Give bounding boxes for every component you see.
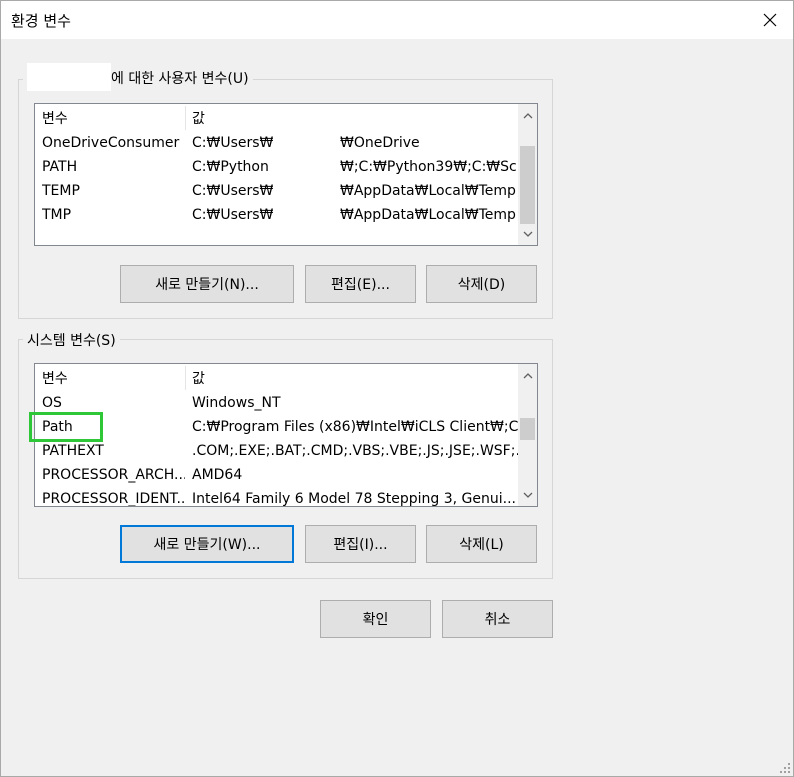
redacted-username — [27, 63, 111, 91]
list-item[interactable]: OS Windows_NT — [35, 391, 519, 415]
variable-name: PATH — [42, 159, 78, 175]
scroll-down-button[interactable] — [518, 485, 537, 504]
scroll-thumb[interactable] — [520, 146, 535, 224]
column-header-value[interactable]: 값 — [192, 108, 205, 128]
path-highlight-box — [29, 412, 103, 442]
ok-button[interactable]: 확인 — [320, 600, 431, 638]
scroll-up-button[interactable] — [518, 366, 537, 385]
scroll-thumb[interactable] — [520, 418, 535, 440]
variable-value: Windows_NT — [192, 395, 281, 411]
variable-value-tail: ₩;C:₩Python39₩;C:₩Scri... — [340, 159, 538, 175]
variable-value: Intel64 Family 6 Model 78 Stepping 3, Ge… — [192, 491, 516, 507]
close-icon — [763, 13, 777, 27]
resize-grip-icon[interactable] — [779, 762, 791, 774]
user-variables-group-title: 에 대한 사용자 변수(U) — [23, 63, 253, 93]
variable-name: PROCESSOR_ARCH... — [42, 467, 185, 483]
scroll-down-button[interactable] — [518, 224, 537, 243]
variable-value: AMD64 — [192, 467, 243, 483]
column-separator[interactable] — [185, 106, 186, 130]
user-variables-list[interactable]: 변수 값 OneDriveConsumer C:₩Users₩ ₩OneDriv… — [34, 103, 538, 246]
list-item[interactable]: TMP C:₩Users₩ ₩AppData₩Local₩Temp — [35, 203, 519, 227]
column-header-value[interactable]: 값 — [192, 368, 205, 388]
variable-name: PATHEXT — [42, 443, 104, 459]
list-item[interactable]: PROCESSOR_ARCH... AMD64 — [35, 463, 519, 487]
system-new-button[interactable]: 새로 만들기(W)... — [120, 525, 294, 563]
vertical-scrollbar[interactable] — [518, 364, 537, 506]
chevron-down-icon — [523, 492, 532, 498]
scroll-up-button[interactable] — [518, 106, 537, 125]
variable-value-tail: ₩OneDrive — [340, 135, 420, 151]
variable-name: TEMP — [42, 183, 80, 199]
variable-value-tail: ₩AppData₩Local₩Temp — [340, 207, 516, 223]
list-item[interactable]: OneDriveConsumer C:₩Users₩ ₩OneDrive — [35, 131, 519, 155]
chevron-down-icon — [523, 231, 532, 237]
chevron-up-icon — [523, 112, 532, 118]
list-item[interactable]: TEMP C:₩Users₩ ₩AppData₩Local₩Temp — [35, 179, 519, 203]
cancel-button[interactable]: 취소 — [442, 600, 553, 638]
variable-value: C:₩Users₩ — [192, 135, 274, 151]
list-header: 변수 값 — [35, 106, 519, 130]
list-item[interactable]: Path C:₩Program Files (x86)₩Intel₩iCLS C… — [35, 415, 536, 439]
column-header-variable[interactable]: 변수 — [42, 108, 185, 128]
close-button[interactable] — [747, 1, 793, 39]
variable-name: PROCESSOR_IDENT... — [42, 491, 185, 507]
user-new-button[interactable]: 새로 만들기(N)... — [120, 265, 294, 303]
user-edit-button[interactable]: 편집(E)... — [305, 265, 416, 303]
list-item[interactable]: PATHEXT .COM;.EXE;.BAT;.CMD;.VBS;.VBE;.J… — [35, 439, 533, 463]
column-header-variable[interactable]: 변수 — [42, 368, 185, 388]
variable-value: C:₩Users₩ — [192, 207, 274, 223]
variable-value: C:₩Python — [192, 159, 269, 175]
variable-name: OneDriveConsumer — [42, 135, 180, 151]
variable-name: OS — [42, 395, 62, 411]
window-title: 환경 변수 — [11, 12, 71, 30]
list-item[interactable]: PROCESSOR_IDENT... Intel64 Family 6 Mode… — [35, 487, 519, 507]
column-separator[interactable] — [185, 366, 186, 390]
variable-name: TMP — [42, 207, 72, 223]
variable-value: C:₩Users₩ — [192, 183, 274, 199]
environment-variables-dialog: 환경 변수 에 대한 사용자 변수(U) 변수 값 OneDriveConsum… — [0, 0, 794, 777]
list-header: 변수 값 — [35, 366, 519, 390]
user-variables-label: 에 대한 사용자 변수(U) — [111, 71, 249, 87]
title-bar: 환경 변수 — [1, 1, 793, 39]
system-variables-group-title: 시스템 변수(S) — [23, 330, 120, 350]
variable-value: C:₩Program Files (x86)₩Intel₩iCLS Client… — [192, 419, 537, 435]
system-edit-button[interactable]: 편집(I)... — [305, 525, 416, 563]
variable-value: .COM;.EXE;.BAT;.CMD;.VBS;.VBE;.JS;.JSE;.… — [192, 443, 534, 459]
system-variables-list[interactable]: 변수 값 OS Windows_NT Path C:₩Program Files… — [34, 363, 538, 507]
chevron-up-icon — [523, 372, 532, 378]
vertical-scrollbar[interactable] — [518, 104, 537, 245]
variable-value-tail: ₩AppData₩Local₩Temp — [340, 183, 516, 199]
list-item[interactable]: PATH C:₩Python ₩;C:₩Python39₩;C:₩Scri... — [35, 155, 537, 179]
user-delete-button[interactable]: 삭제(D) — [426, 265, 537, 303]
system-delete-button[interactable]: 삭제(L) — [426, 525, 537, 563]
